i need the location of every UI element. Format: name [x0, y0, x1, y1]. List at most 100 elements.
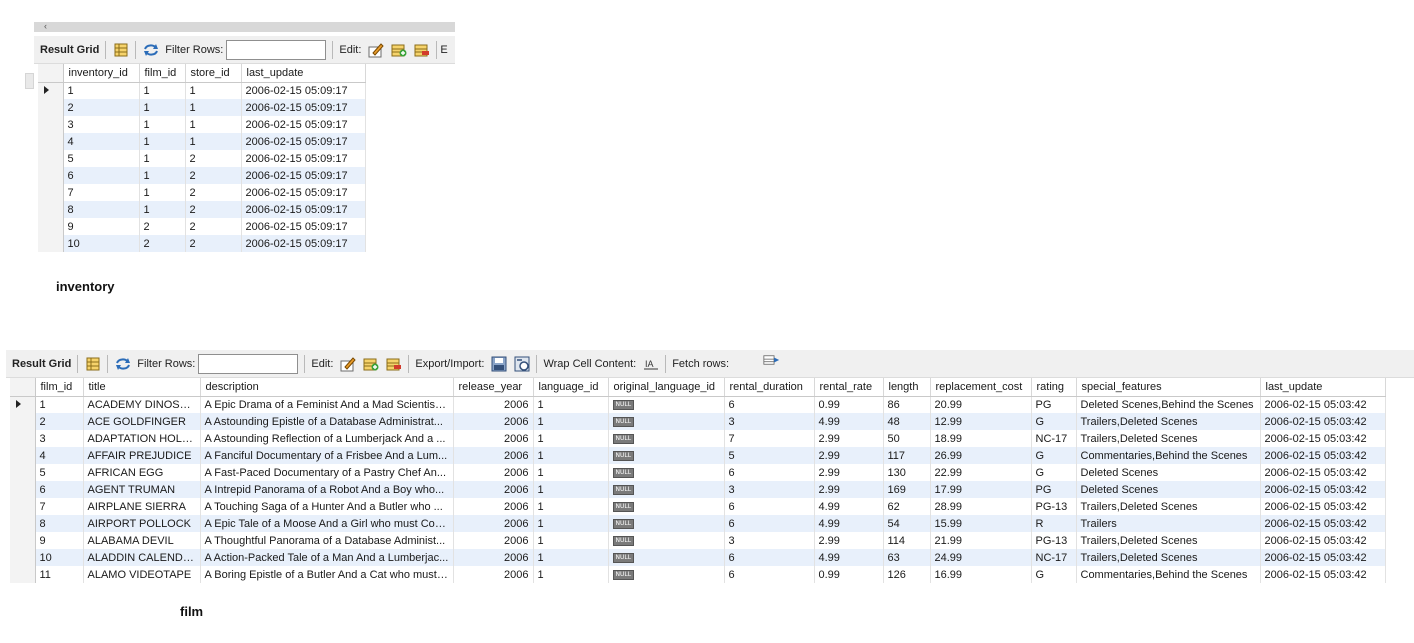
column-header[interactable]: last_update	[241, 64, 366, 83]
table-cell[interactable]: 2006-02-15 05:03:42	[1260, 515, 1386, 532]
table-cell[interactable]: Deleted Scenes,Behind the Scenes	[1076, 396, 1261, 413]
table-cell[interactable]: Trailers,Deleted Scenes	[1076, 430, 1261, 447]
table-cell[interactable]: 2006	[453, 396, 534, 413]
table-cell[interactable]: ACADEMY DINOSAUR	[83, 396, 201, 413]
table-cell[interactable]: 4	[35, 447, 84, 464]
table-cell[interactable]: NULL	[608, 566, 725, 583]
table-cell[interactable]: A Touching Saga of a Hunter And a Butler…	[200, 498, 454, 515]
column-header[interactable]: language_id	[533, 378, 609, 397]
table-cell[interactable]: 63	[883, 549, 931, 566]
table-cell[interactable]: G	[1031, 447, 1077, 464]
table-cell[interactable]: 2006-02-15 05:09:17	[241, 150, 366, 167]
table-cell[interactable]: 16.99	[930, 566, 1032, 583]
table-cell[interactable]: PG	[1031, 396, 1077, 413]
row-selector[interactable]	[38, 184, 64, 201]
insert-row-icon[interactable]	[390, 41, 407, 58]
table-cell[interactable]: Trailers,Deleted Scenes	[1076, 532, 1261, 549]
refresh-icon[interactable]	[114, 355, 131, 372]
table-row[interactable]: 7 1 2 2006-02-15 05:09:17	[38, 184, 366, 201]
table-cell[interactable]: 26.99	[930, 447, 1032, 464]
table-cell[interactable]: 2006-02-15 05:03:42	[1260, 549, 1386, 566]
table-row[interactable]: 8 AIRPORT POLLOCK A Epic Tale of a Moose A…	[10, 515, 1386, 532]
table-cell[interactable]: 117	[883, 447, 931, 464]
table-cell[interactable]: 4.99	[814, 498, 884, 515]
fetch-rows-icon[interactable]	[763, 351, 780, 368]
delete-row-icon[interactable]	[385, 355, 402, 372]
table-cell[interactable]: ACE GOLDFINGER	[83, 413, 201, 430]
row-selector[interactable]	[38, 150, 64, 167]
row-selector[interactable]	[10, 396, 36, 413]
column-header[interactable]: rental_rate	[814, 378, 884, 397]
table-cell[interactable]: 2.99	[814, 464, 884, 481]
row-selector[interactable]	[10, 481, 36, 498]
edit-row-icon[interactable]	[339, 355, 356, 372]
table-row[interactable]: 3 ADAPTATION HOLES A Astounding Reflection…	[10, 430, 1386, 447]
table-cell[interactable]: AFFAIR PREJUDICE	[83, 447, 201, 464]
table-cell[interactable]: 2	[35, 413, 84, 430]
row-selector[interactable]	[38, 99, 64, 116]
table-cell[interactable]: A Astounding Reflection of a Lumberjack …	[200, 430, 454, 447]
table-row[interactable]: 1 ACADEMY DINOSAUR A Epic Drama of a Femin…	[10, 396, 1386, 413]
table-row[interactable]: 2 1 1 2006-02-15 05:09:17	[38, 99, 366, 116]
table-cell[interactable]: 6	[63, 167, 140, 184]
table-row[interactable]: 5 AFRICAN EGG A Fast-Paced Documentary of …	[10, 464, 1386, 481]
table-cell[interactable]: G	[1031, 566, 1077, 583]
table-cell[interactable]: 4.99	[814, 515, 884, 532]
table-cell[interactable]: 2.99	[814, 532, 884, 549]
table-cell[interactable]: ADAPTATION HOLES	[83, 430, 201, 447]
column-header[interactable]: original_language_id	[608, 378, 725, 397]
table-cell[interactable]: 5	[724, 447, 815, 464]
table-cell[interactable]: Commentaries,Behind the Scenes	[1076, 447, 1261, 464]
table-cell[interactable]: 0.99	[814, 566, 884, 583]
column-header[interactable]: rental_duration	[724, 378, 815, 397]
column-header[interactable]: length	[883, 378, 931, 397]
table-cell[interactable]: 2	[63, 99, 140, 116]
table-cell[interactable]: 1	[185, 133, 242, 150]
table-cell[interactable]: 169	[883, 481, 931, 498]
row-selector[interactable]	[10, 413, 36, 430]
column-header[interactable]: film_id	[139, 64, 186, 83]
table-cell[interactable]: 62	[883, 498, 931, 515]
table-cell[interactable]: 9	[63, 218, 140, 235]
table-cell[interactable]: 1	[35, 396, 84, 413]
table-cell[interactable]: 50	[883, 430, 931, 447]
table-cell[interactable]: 5	[35, 464, 84, 481]
table-cell[interactable]: NULL	[608, 447, 725, 464]
table-cell[interactable]: 1	[533, 447, 609, 464]
table-cell[interactable]: 2006-02-15 05:09:17	[241, 235, 366, 252]
result-grid-label[interactable]: Result Grid	[12, 354, 71, 374]
table-cell[interactable]: 3	[724, 532, 815, 549]
table-cell[interactable]: 9	[35, 532, 84, 549]
table-cell[interactable]: 2006-02-15 05:03:42	[1260, 396, 1386, 413]
table-cell[interactable]: A Astounding Epistle of a Database Admin…	[200, 413, 454, 430]
table-cell[interactable]: R	[1031, 515, 1077, 532]
table-cell[interactable]: 2006-02-15 05:03:42	[1260, 481, 1386, 498]
table-cell[interactable]: 2006	[453, 413, 534, 430]
row-selector[interactable]	[10, 464, 36, 481]
table-cell[interactable]: 6	[724, 464, 815, 481]
table-cell[interactable]: 8	[35, 515, 84, 532]
column-header[interactable]: release_year	[453, 378, 534, 397]
table-cell[interactable]: 6	[35, 481, 84, 498]
table-cell[interactable]: AGENT TRUMAN	[83, 481, 201, 498]
table-cell[interactable]: 6	[724, 566, 815, 583]
table-cell[interactable]: 2	[185, 167, 242, 184]
row-selector[interactable]	[10, 532, 36, 549]
table-cell[interactable]: Trailers,Deleted Scenes	[1076, 549, 1261, 566]
table-cell[interactable]: 2006-02-15 05:03:42	[1260, 498, 1386, 515]
table-cell[interactable]: 2006	[453, 464, 534, 481]
table-cell[interactable]: 5	[63, 150, 140, 167]
table-cell[interactable]: NULL	[608, 498, 725, 515]
table-cell[interactable]: 1	[533, 498, 609, 515]
table-cell[interactable]: ALAMO VIDEOTAPE	[83, 566, 201, 583]
table-cell[interactable]: 11	[35, 566, 84, 583]
table-cell[interactable]: 6	[724, 549, 815, 566]
table-cell[interactable]: 7	[63, 184, 140, 201]
column-header[interactable]: description	[200, 378, 454, 397]
table-cell[interactable]: 1	[533, 464, 609, 481]
table-row[interactable]: 3 1 1 2006-02-15 05:09:17	[38, 116, 366, 133]
table-cell[interactable]: 2.99	[814, 430, 884, 447]
table-cell[interactable]: A Fast-Paced Documentary of a Pastry Che…	[200, 464, 454, 481]
table-row[interactable]: 7 AIRPLANE SIERRA A Touching Saga of a Hun…	[10, 498, 1386, 515]
table-cell[interactable]: 3	[724, 413, 815, 430]
